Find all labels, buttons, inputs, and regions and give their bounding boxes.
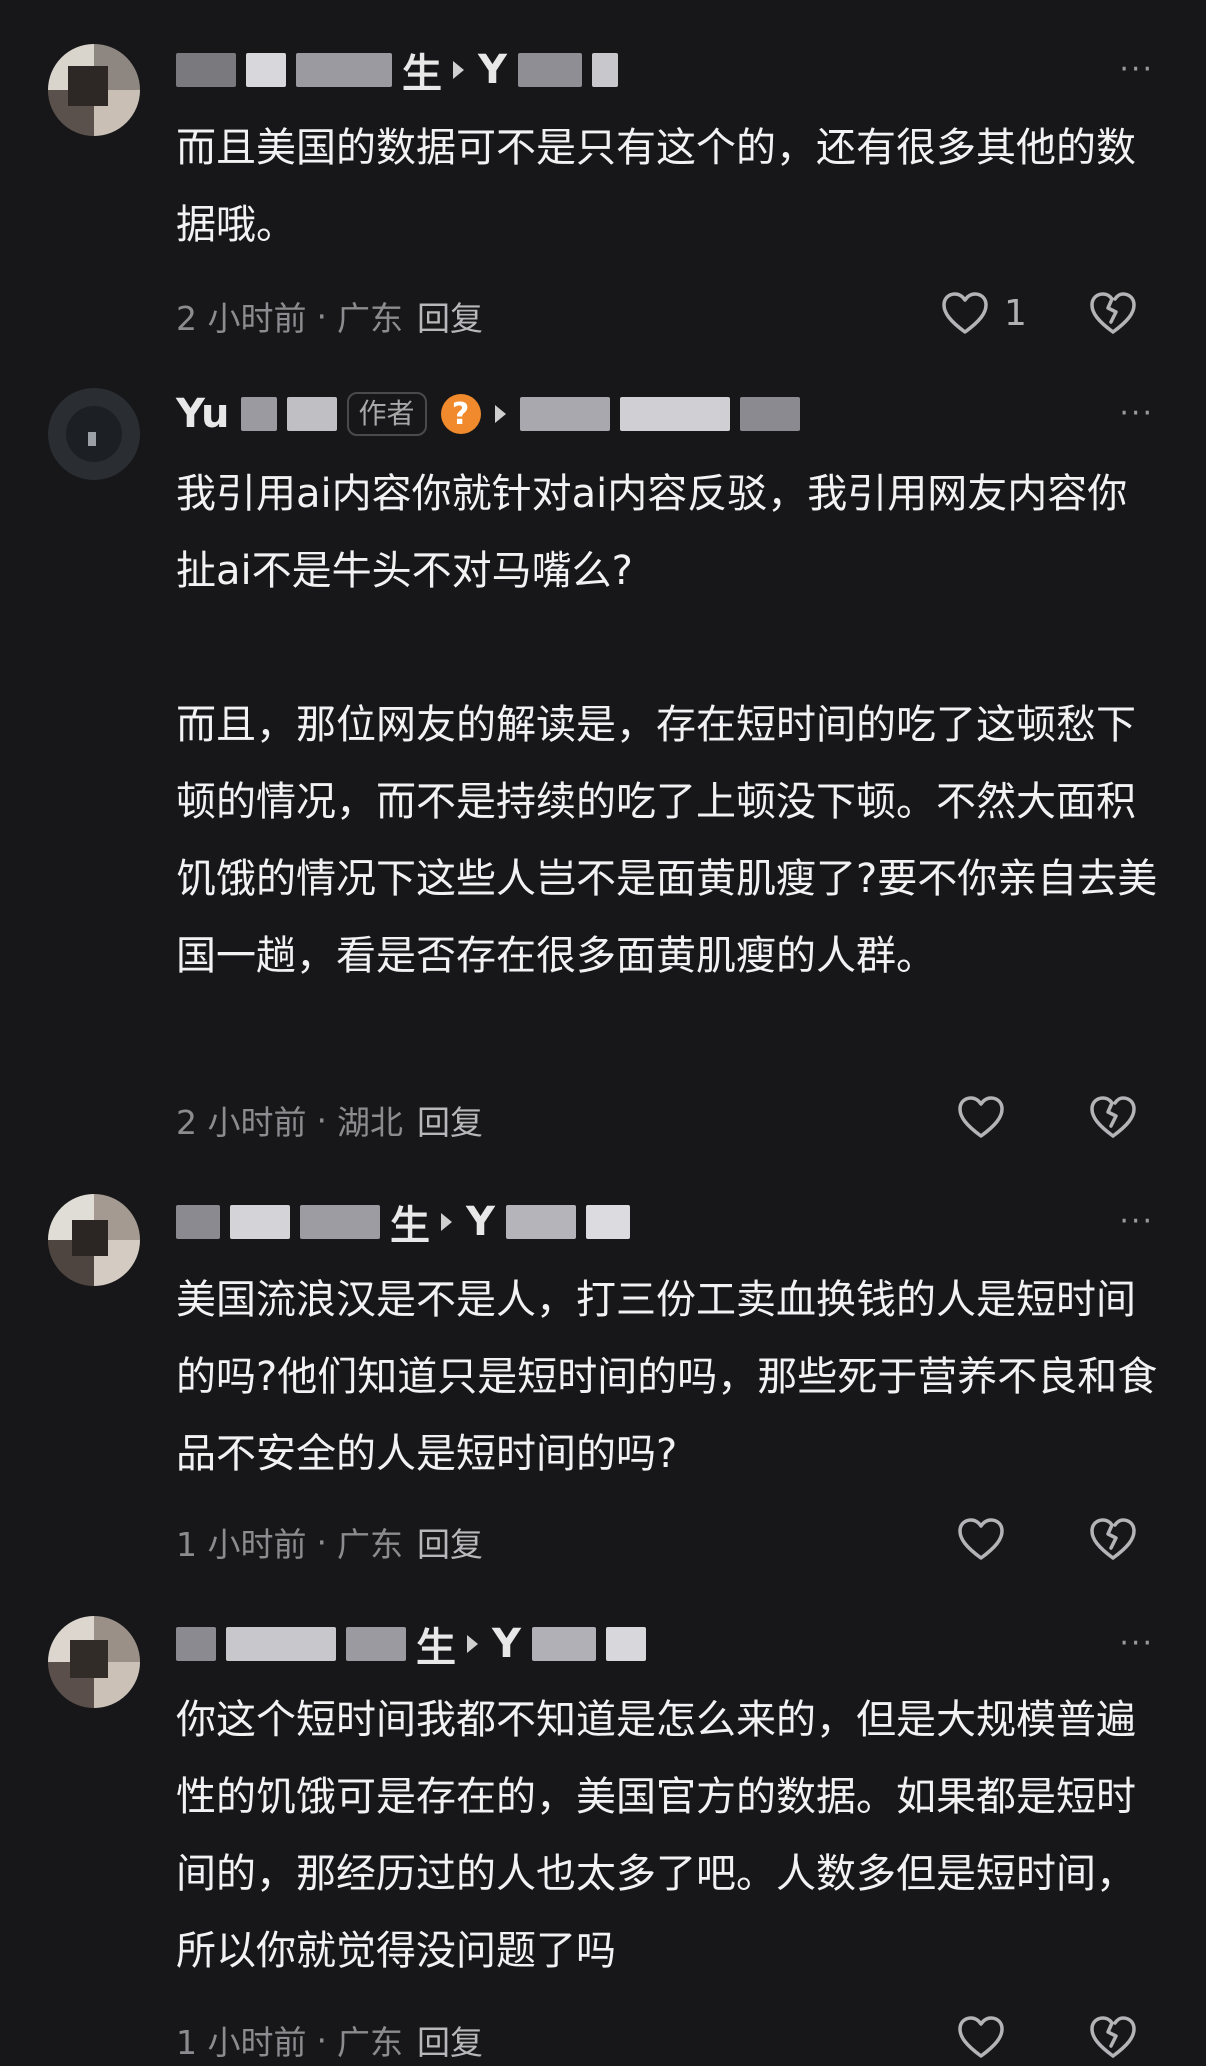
username: Yu <box>176 391 230 437</box>
dislike-button[interactable] <box>1088 1092 1138 1146</box>
blurred-username <box>300 1205 380 1239</box>
username-line[interactable]: Yu 作者 ? <box>176 390 810 438</box>
blurred-username <box>505 1205 576 1239</box>
blurred-username <box>605 1627 646 1661</box>
title-fragment: 生 <box>390 1203 430 1249</box>
comment-location: 广东 <box>337 2023 403 2062</box>
meta-separator: · <box>316 296 328 336</box>
meta-separator: · <box>316 1522 328 1562</box>
comment-time: 2 小时前 <box>176 299 307 338</box>
comment-meta: 1 小时前 · 广东 回复 <box>176 1518 483 1566</box>
blurred-username <box>226 1627 336 1661</box>
blurred-username <box>585 1205 630 1239</box>
avatar[interactable] <box>48 44 140 136</box>
reply-to-username: Y <box>466 1199 495 1245</box>
blurred-username <box>619 397 730 431</box>
blurred-username <box>246 53 286 87</box>
username-line[interactable]: 生 Y <box>176 1620 656 1671</box>
comment-time: 2 小时前 <box>176 1103 307 1142</box>
heart-icon <box>956 1516 1006 1562</box>
comment-location: 广东 <box>337 299 403 338</box>
reply-arrow-icon <box>441 1213 452 1231</box>
username-line[interactable]: 生 Y <box>176 46 628 97</box>
blurred-username <box>286 397 337 431</box>
reply-to-username: Y <box>478 47 507 93</box>
heart-icon <box>956 2014 1006 2060</box>
avatar[interactable] <box>48 388 140 480</box>
more-options-icon[interactable]: ··· <box>1119 1629 1154 1659</box>
blurred-username <box>240 397 277 431</box>
comment-text: 美国流浪汉是不是人，打三份工卖血换钱的人是短时间的吗?他们知道只是短时间的吗，那… <box>176 1277 1158 1477</box>
more-options-icon[interactable]: ··· <box>1119 1207 1154 1237</box>
avatar[interactable] <box>48 1616 140 1708</box>
blurred-username <box>519 397 610 431</box>
meta-separator: · <box>316 1100 328 1140</box>
username-line[interactable]: 生 Y <box>176 1198 640 1249</box>
broken-heart-icon <box>1088 2012 1138 2062</box>
blurred-username <box>591 53 618 87</box>
comment-text: 你这个短时间我都不知道是怎么来的，但是大规模普遍性的饥饿可是存在的，美国官方的数… <box>176 1697 1136 1974</box>
broken-heart-icon <box>1088 288 1138 338</box>
heart-icon <box>940 290 990 336</box>
more-options-icon[interactable]: ··· <box>1119 55 1154 85</box>
comment-time: 1 小时前 <box>176 2023 307 2062</box>
like-count: 1 <box>1004 292 1027 334</box>
more-options-icon[interactable]: ··· <box>1119 399 1154 429</box>
dislike-button[interactable] <box>1088 288 1138 342</box>
blurred-username <box>176 1205 220 1239</box>
reply-to-username: Y <box>492 1621 521 1667</box>
avatar[interactable] <box>48 1194 140 1286</box>
heart-icon <box>956 1094 1006 1140</box>
blurred-username <box>739 397 800 431</box>
reply-button[interactable]: 回复 <box>417 292 483 340</box>
broken-heart-icon <box>1088 1514 1138 1564</box>
blurred-username <box>176 1627 216 1661</box>
reply-button[interactable]: 回复 <box>417 2016 483 2064</box>
reply-arrow-icon <box>467 1635 478 1653</box>
title-fragment: 生 <box>402 51 442 97</box>
comment-meta: 2 小时前 · 广东 回复 <box>176 292 483 340</box>
dislike-button[interactable] <box>1088 1514 1138 1568</box>
blurred-username <box>296 53 392 87</box>
blurred-username <box>346 1627 406 1661</box>
reply-button[interactable]: 回复 <box>417 1096 483 1144</box>
blurred-username <box>531 1627 596 1661</box>
comment-location: 广东 <box>337 1525 403 1564</box>
comment-meta: 1 小时前 · 广东 回复 <box>176 2016 483 2064</box>
broken-heart-icon <box>1088 1092 1138 1142</box>
author-tag: 作者 <box>346 392 427 436</box>
like-button[interactable]: 1 <box>940 290 1027 336</box>
like-button[interactable] <box>956 1094 1006 1140</box>
comment-text: 我引用ai内容你就针对ai内容反驳，我引用网友内容你扯ai不是牛头不对马嘴么? … <box>176 471 1158 979</box>
comment-meta: 2 小时前 · 湖北 回复 <box>176 1096 483 1144</box>
blurred-username <box>517 53 582 87</box>
meta-separator: · <box>316 2020 328 2060</box>
comment-time: 1 小时前 <box>176 1525 307 1564</box>
coin-badge-icon: ? <box>440 394 481 434</box>
blurred-username <box>230 1205 290 1239</box>
comment-text: 而且美国的数据可不是只有这个的，还有很多其他的数据哦。 <box>176 125 1136 248</box>
reply-arrow-icon <box>453 61 464 79</box>
reply-button[interactable]: 回复 <box>417 1518 483 1566</box>
reply-arrow-icon <box>494 405 506 423</box>
blurred-username <box>176 53 236 87</box>
like-button[interactable] <box>956 1516 1006 1562</box>
dislike-button[interactable] <box>1088 2012 1138 2066</box>
title-fragment: 生 <box>416 1625 456 1671</box>
comment-location: 湖北 <box>337 1103 403 1142</box>
like-button[interactable] <box>956 2014 1006 2060</box>
